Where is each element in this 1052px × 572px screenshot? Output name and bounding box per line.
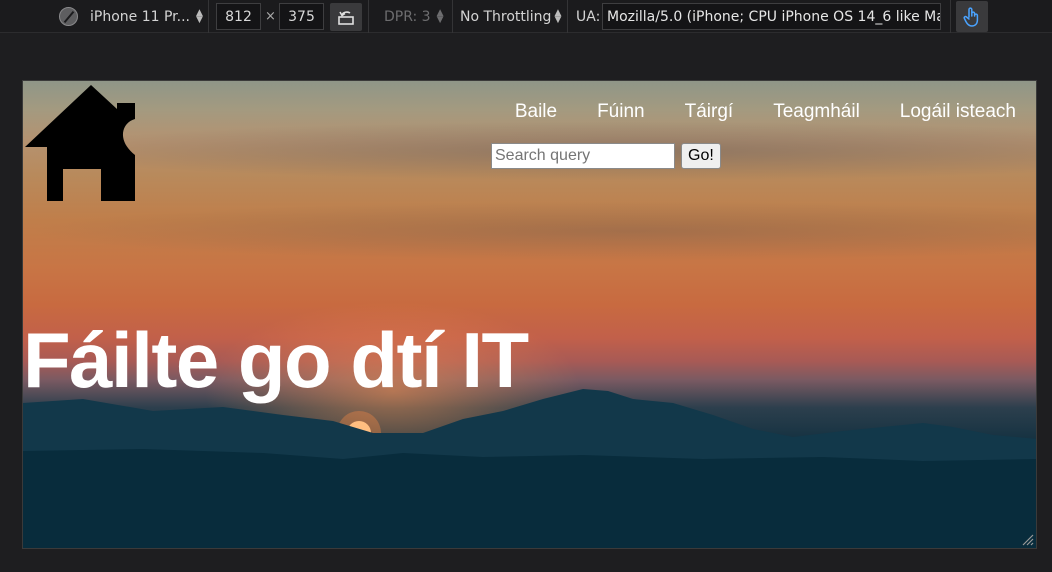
throttling-label: No Throttling xyxy=(460,8,552,25)
dpr-label: DPR: 3 xyxy=(384,8,431,25)
width-input[interactable]: 812 xyxy=(216,3,261,30)
height-input[interactable]: 375 xyxy=(279,3,324,30)
times-sign: × xyxy=(265,9,276,24)
nav-link-logail-isteach[interactable]: Logáil isteach xyxy=(900,101,1016,123)
devtools-toolbar: iPhone 11 Pr... ▲ ▼ 812 × 375 DPR: 3 ▲ ▼ N… xyxy=(0,0,1052,33)
device-viewport: Baile Fúinn Táirgí Teagmháil Logáil iste… xyxy=(22,80,1037,549)
nav-link-teagmhail[interactable]: Teagmháil xyxy=(773,101,860,123)
pointer-hand-icon xyxy=(963,6,979,27)
search-input[interactable] xyxy=(491,143,675,169)
ua-label: UA: xyxy=(576,8,601,25)
device-name: iPhone 11 Pr... xyxy=(90,8,190,25)
main-nav: Baile Fúinn Táirgí Teagmháil Logáil iste… xyxy=(515,101,1016,123)
nav-link-fuinn[interactable]: Fúinn xyxy=(597,101,645,123)
compass-icon[interactable] xyxy=(59,0,78,33)
hero-heading: Fáilte go dtí IT xyxy=(23,316,529,404)
house-icon xyxy=(25,85,135,201)
nav-link-tairgi[interactable]: Táirgí xyxy=(685,101,734,123)
updown-arrows-icon: ▲ ▼ xyxy=(196,7,203,25)
search-form: Go! xyxy=(491,143,721,169)
throttling-selector[interactable]: No Throttling ▲ ▼ xyxy=(460,0,561,33)
search-go-button[interactable]: Go! xyxy=(681,143,721,169)
updown-arrows-icon: ▲ ▼ xyxy=(436,7,444,25)
dpr-selector[interactable]: DPR: 3 ▲ ▼ xyxy=(384,0,444,33)
touch-simulation-button[interactable] xyxy=(956,1,988,32)
resize-grip-icon[interactable] xyxy=(1020,532,1034,546)
updown-arrows-icon: ▲ ▼ xyxy=(554,7,562,25)
rotate-button[interactable] xyxy=(330,2,362,31)
nav-link-baile[interactable]: Baile xyxy=(515,101,557,123)
rotate-icon xyxy=(338,10,354,25)
device-selector[interactable]: iPhone 11 Pr... ▲ ▼ xyxy=(90,0,203,33)
user-agent-input[interactable]: Mozilla/5.0 (iPhone; CPU iPhone OS 14_6 … xyxy=(602,3,941,30)
